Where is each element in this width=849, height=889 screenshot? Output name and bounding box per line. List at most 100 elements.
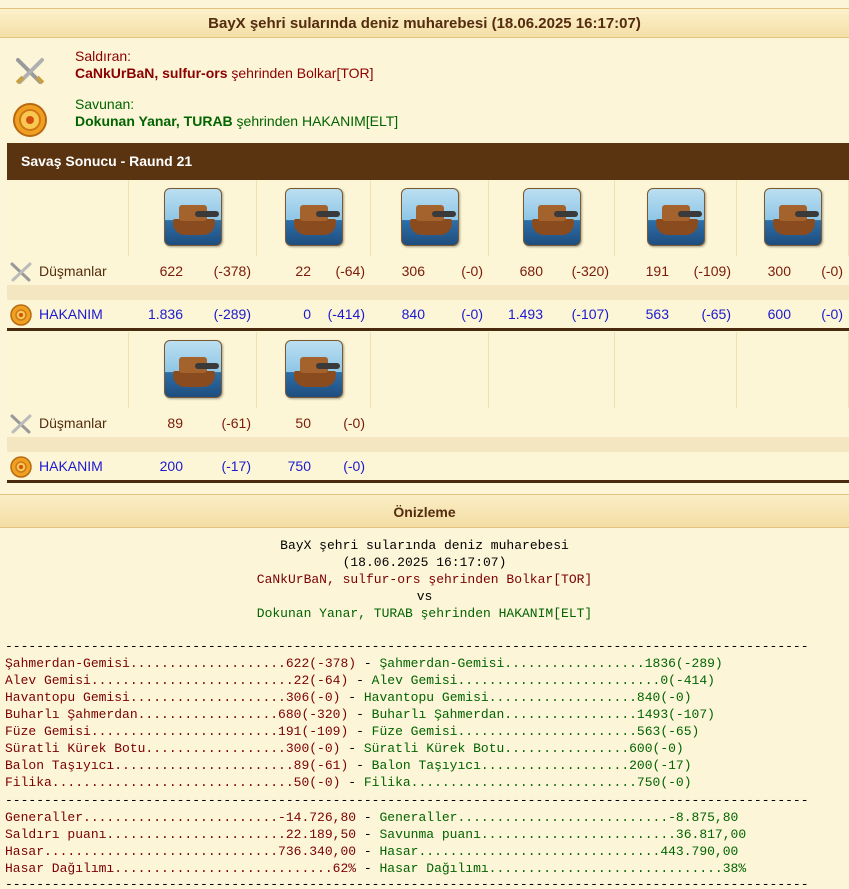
report-left: Generaller.........................-14.7… [5,810,357,825]
report-separator: ----------------------------------------… [5,793,809,808]
own-value-cell: 200 (-17) [129,452,257,480]
own-loss: (-107) [571,306,609,322]
own-count: 600 [767,306,791,322]
paddle-ram-ship-icon[interactable] [523,188,581,246]
enemy-loss: (-109) [693,263,731,279]
balloon-carrier-icon[interactable] [164,340,222,398]
defender-city[interactable]: HAKANIM[ELT] [302,113,398,129]
report-mid: - [348,758,372,773]
preview-vs: vs [416,589,433,604]
attacker-city[interactable]: Bolkar[TOR] [297,65,374,81]
own-units-row: HAKANIM 1.836 (-289) 0 (-414) 840 (-0) 1.493 (-1… [7,300,849,328]
steam-ram-ship-icon[interactable] [164,188,222,246]
ship-image-cell [737,180,849,256]
enemy-loss: (-320) [571,263,609,279]
report-right: Şahmerdan-Gemisi..................1836(-… [379,656,723,671]
report-line: Havantopu Gemisi....................306(… [5,690,692,705]
enemy-loss: (-0) [343,415,365,431]
ship-image-cell [371,180,489,256]
own-value-cell: 0 (-414) [257,300,371,328]
mortar-ship-icon[interactable] [401,188,459,246]
row-separator [7,437,849,452]
report-left: Hasar..............................736.3… [5,844,357,859]
own-loss: (-0) [343,458,365,474]
report-mid: - [348,673,372,688]
enemy-value-cell: 191 (-109) [615,257,737,285]
enemy-units-row: Düşmanlar 622 (-378) 22 (-64) 306 (-0) 680 (-320… [7,257,849,285]
enemy-value-cell [615,409,737,437]
own-row-label: HAKANIM [7,452,129,480]
crossed-swords-icon [10,414,32,434]
own-count: 0 [303,306,311,322]
report-line: Hasar Dağılımı..........................… [5,861,746,876]
report-right: Alev Gemisi..........................0(-… [371,673,715,688]
enemies-label-text: Düşmanlar [39,263,107,279]
enemy-count: 22 [295,263,311,279]
own-value-cell: 750 (-0) [257,452,371,480]
speedboat-icon[interactable] [764,188,822,246]
own-loss: (-17) [221,458,251,474]
enemy-count: 191 [645,263,669,279]
enemy-value-cell: 622 (-378) [129,257,257,285]
enemies-label-text: Düşmanlar [39,415,107,431]
shield-icon [10,456,32,478]
report-line: Balon Taşıyıcı.......................89(… [5,758,692,773]
attacker-players[interactable]: CaNkUrBaN, sulfur-ors [75,65,227,81]
defender-players[interactable]: Dokunan Yanar, TURAB [75,113,233,129]
preview-title: BayX şehri sularında deniz muharebesi [280,538,569,553]
flame-ship-icon[interactable] [285,188,343,246]
enemy-value-cell [737,409,849,437]
ship-image-cell [371,332,489,408]
report-mid: - [340,690,364,705]
enemy-value-cell: 680 (-320) [489,257,615,285]
own-count: 200 [159,458,183,474]
enemy-value-cell: 306 (-0) [371,257,489,285]
own-value-cell: 1.836 (-289) [129,300,257,328]
enemy-loss: (-378) [213,263,251,279]
preview-defender-line: Dokunan Yanar, TURAB şehrinden HAKANIM[E… [256,606,593,621]
preview-heading: Önizleme [0,494,849,528]
own-value-cell: 600 (-0) [737,300,849,328]
ship-image-cell [489,332,615,408]
own-count: 840 [401,306,425,322]
grid-divider [7,328,849,331]
report-mid: - [356,656,380,671]
rocket-ship-icon[interactable] [647,188,705,246]
own-loss: (-414) [327,306,365,322]
own-value-cell [371,452,489,480]
own-count: 1.836 [147,306,183,322]
report-separator: ----------------------------------------… [5,877,809,889]
own-units-row: HAKANIM 200 (-17) 750 (-0) [7,452,849,480]
own-value-cell [615,452,737,480]
own-row-label: HAKANIM [7,300,129,328]
report-mid: - [348,707,372,722]
report-right: Hasar Dağılımı..........................… [379,861,747,876]
report-mid: - [340,775,364,790]
enemy-value-cell: 50 (-0) [257,409,371,437]
report-left: Buharlı Şahmerdan..................680(-… [5,707,349,722]
own-count: 750 [287,458,311,474]
attacker-line: CaNkUrBaN, sulfur-ors şehrinden Bolkar[T… [75,65,374,81]
enemy-loss: (-61) [221,415,251,431]
own-label-text[interactable]: HAKANIM [39,452,103,480]
defender-role-label: Savunan: [75,96,135,112]
report-line: Füze Gemisi........................191(-… [5,724,699,739]
report-left: Balon Taşıyıcı.......................89(… [5,758,349,773]
enemy-value-cell [371,409,489,437]
enemy-count: 300 [767,263,791,279]
own-loss: (-0) [821,306,843,322]
report-left: Hasar Dağılımı..........................… [5,861,357,876]
report-mid: - [356,810,380,825]
report-right: Balon Taşıyıcı...................200(-17… [371,758,692,773]
report-mid: - [356,844,380,859]
report-mid: - [340,741,364,756]
defender-block: Savunan: Dokunan Yanar, TURAB şehrinden … [12,96,832,140]
battle-title: BayX şehri sularında deniz muharebesi (1… [0,8,849,38]
enemy-value-cell: 22 (-64) [257,257,371,285]
enemies-row-label: Düşmanlar [7,257,129,285]
tender-icon[interactable] [285,340,343,398]
shield-icon [10,304,32,326]
report-line: Şahmerdan-Gemisi....................622(… [5,656,723,671]
own-label-text[interactable]: HAKANIM [39,300,103,328]
label-spacer-cell [7,180,129,256]
